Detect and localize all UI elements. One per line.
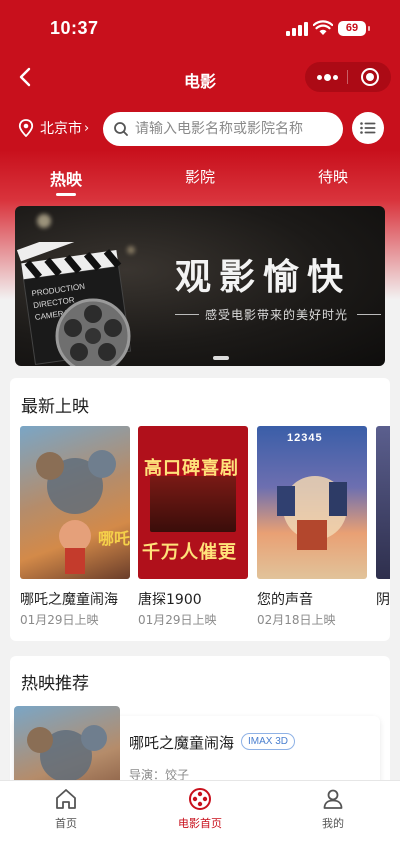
tab-coming-soon[interactable]: 待映 [303,166,363,187]
format-badge: IMAX 3D [241,733,296,750]
category-tabs: 热映 影院 待映 [0,166,400,196]
list-icon [360,122,376,134]
carousel-indicator[interactable] [213,356,229,360]
movie-carousel[interactable]: 哪吒 哪吒之魔童闹海 01月29日上映 高口碑喜剧 千万人催更 唐探1900 0… [20,426,390,626]
status-bar: 10:37 69 [0,0,400,56]
latest-releases-section: 最新上映 哪吒 哪吒之魔童闹海 01月29日上映 高口碑喜剧 千万人催更 唐探1… [10,378,390,641]
release-date: 01月29日上映 [138,613,217,626]
tabbar-label: 我的 [322,817,344,830]
release-date: 02月18日上映 [257,613,336,626]
movie-card[interactable]: 12345 您的声音 02月18日上映 [257,426,367,626]
film-reel-icon [189,788,211,810]
movie-poster[interactable]: 哪吒 [20,426,130,579]
movie-card[interactable]: 哪吒 哪吒之魔童闹海 01月29日上映 [20,426,130,626]
search-icon [114,122,128,136]
poster-art-image: 哪吒 [36,450,130,574]
tabbar-item-home[interactable]: 首页 [26,787,106,831]
movie-title: 哪吒之魔童闹海 [129,734,235,752]
divider-line [175,314,199,315]
bottom-tab-bar: 首页 电影首页 我的 [0,780,400,850]
movie-title: 您的声音 [257,592,313,608]
section-title: 热映推荐 [21,674,89,694]
movie-title: 唐探1900 [138,592,202,608]
city-selector[interactable]: 北京市 › [18,118,89,138]
poster-cast-photo [150,476,236,532]
poster-text-bottom: 千万人催更 [142,542,237,563]
search-box[interactable] [103,112,343,146]
capsule-divider [347,70,348,84]
spotlight [37,214,51,228]
tabbar-label: 首页 [55,817,77,830]
movie-poster[interactable] [376,426,390,579]
poster-art-image [277,476,347,550]
status-time: 10:37 [50,18,99,38]
location-pin-icon [18,119,34,137]
close-miniprogram-icon[interactable] [361,68,379,86]
search-row: 北京市 › [0,110,400,146]
more-dots-icon[interactable] [317,70,339,84]
movie-title: 哪吒之魔童闹海 [20,592,118,608]
active-tab-indicator [56,193,76,196]
user-icon [323,789,343,809]
movie-card[interactable]: 阴 [376,426,390,611]
miniprogram-capsule [305,62,391,92]
svg-text:哪吒: 哪吒 [98,529,130,548]
movie-poster[interactable]: 12345 [257,426,367,579]
movie-poster[interactable]: 高口碑喜剧 千万人催更 [138,426,248,579]
tab-cinemas[interactable]: 影院 [170,166,230,187]
nav-bar: 电影 [0,56,400,100]
movie-title: 阴 [376,592,390,608]
tab-now-showing[interactable]: 热映 [36,166,96,190]
section-title: 最新上映 [21,397,89,417]
promo-banner[interactable]: PRODUCTION DIRECTOR CAMERA 观影愉快 感受电影带来的美… [15,206,385,366]
hot-recommendations-section: 热映推荐 哪吒之魔童闹海 IMAX 3D 导演：饺子 [10,656,390,826]
chevron-right-icon: › [84,120,90,136]
clapperboard-film-reel-icon: PRODUCTION DIRECTOR CAMERA [16,242,132,366]
cellular-signal-icon [286,22,308,36]
wifi-icon [313,20,333,35]
tabbar-label: 电影首页 [178,817,222,830]
release-date: 01月29日上映 [20,613,99,626]
tabbar-item-movies[interactable]: 电影首页 [160,787,240,831]
divider-line [357,314,381,315]
banner-title: 观影愉快 [175,256,352,298]
banner-subtitle: 感受电影带来的美好时光 [205,308,349,322]
city-name: 北京市 [40,121,82,137]
list-menu-button[interactable] [352,112,384,144]
tabbar-item-profile[interactable]: 我的 [293,787,373,831]
battery-indicator: 69 [338,21,370,36]
movie-card[interactable]: 高口碑喜剧 千万人催更 唐探1900 01月29日上映 [138,426,248,626]
home-icon [56,789,76,809]
search-input[interactable] [135,121,335,137]
